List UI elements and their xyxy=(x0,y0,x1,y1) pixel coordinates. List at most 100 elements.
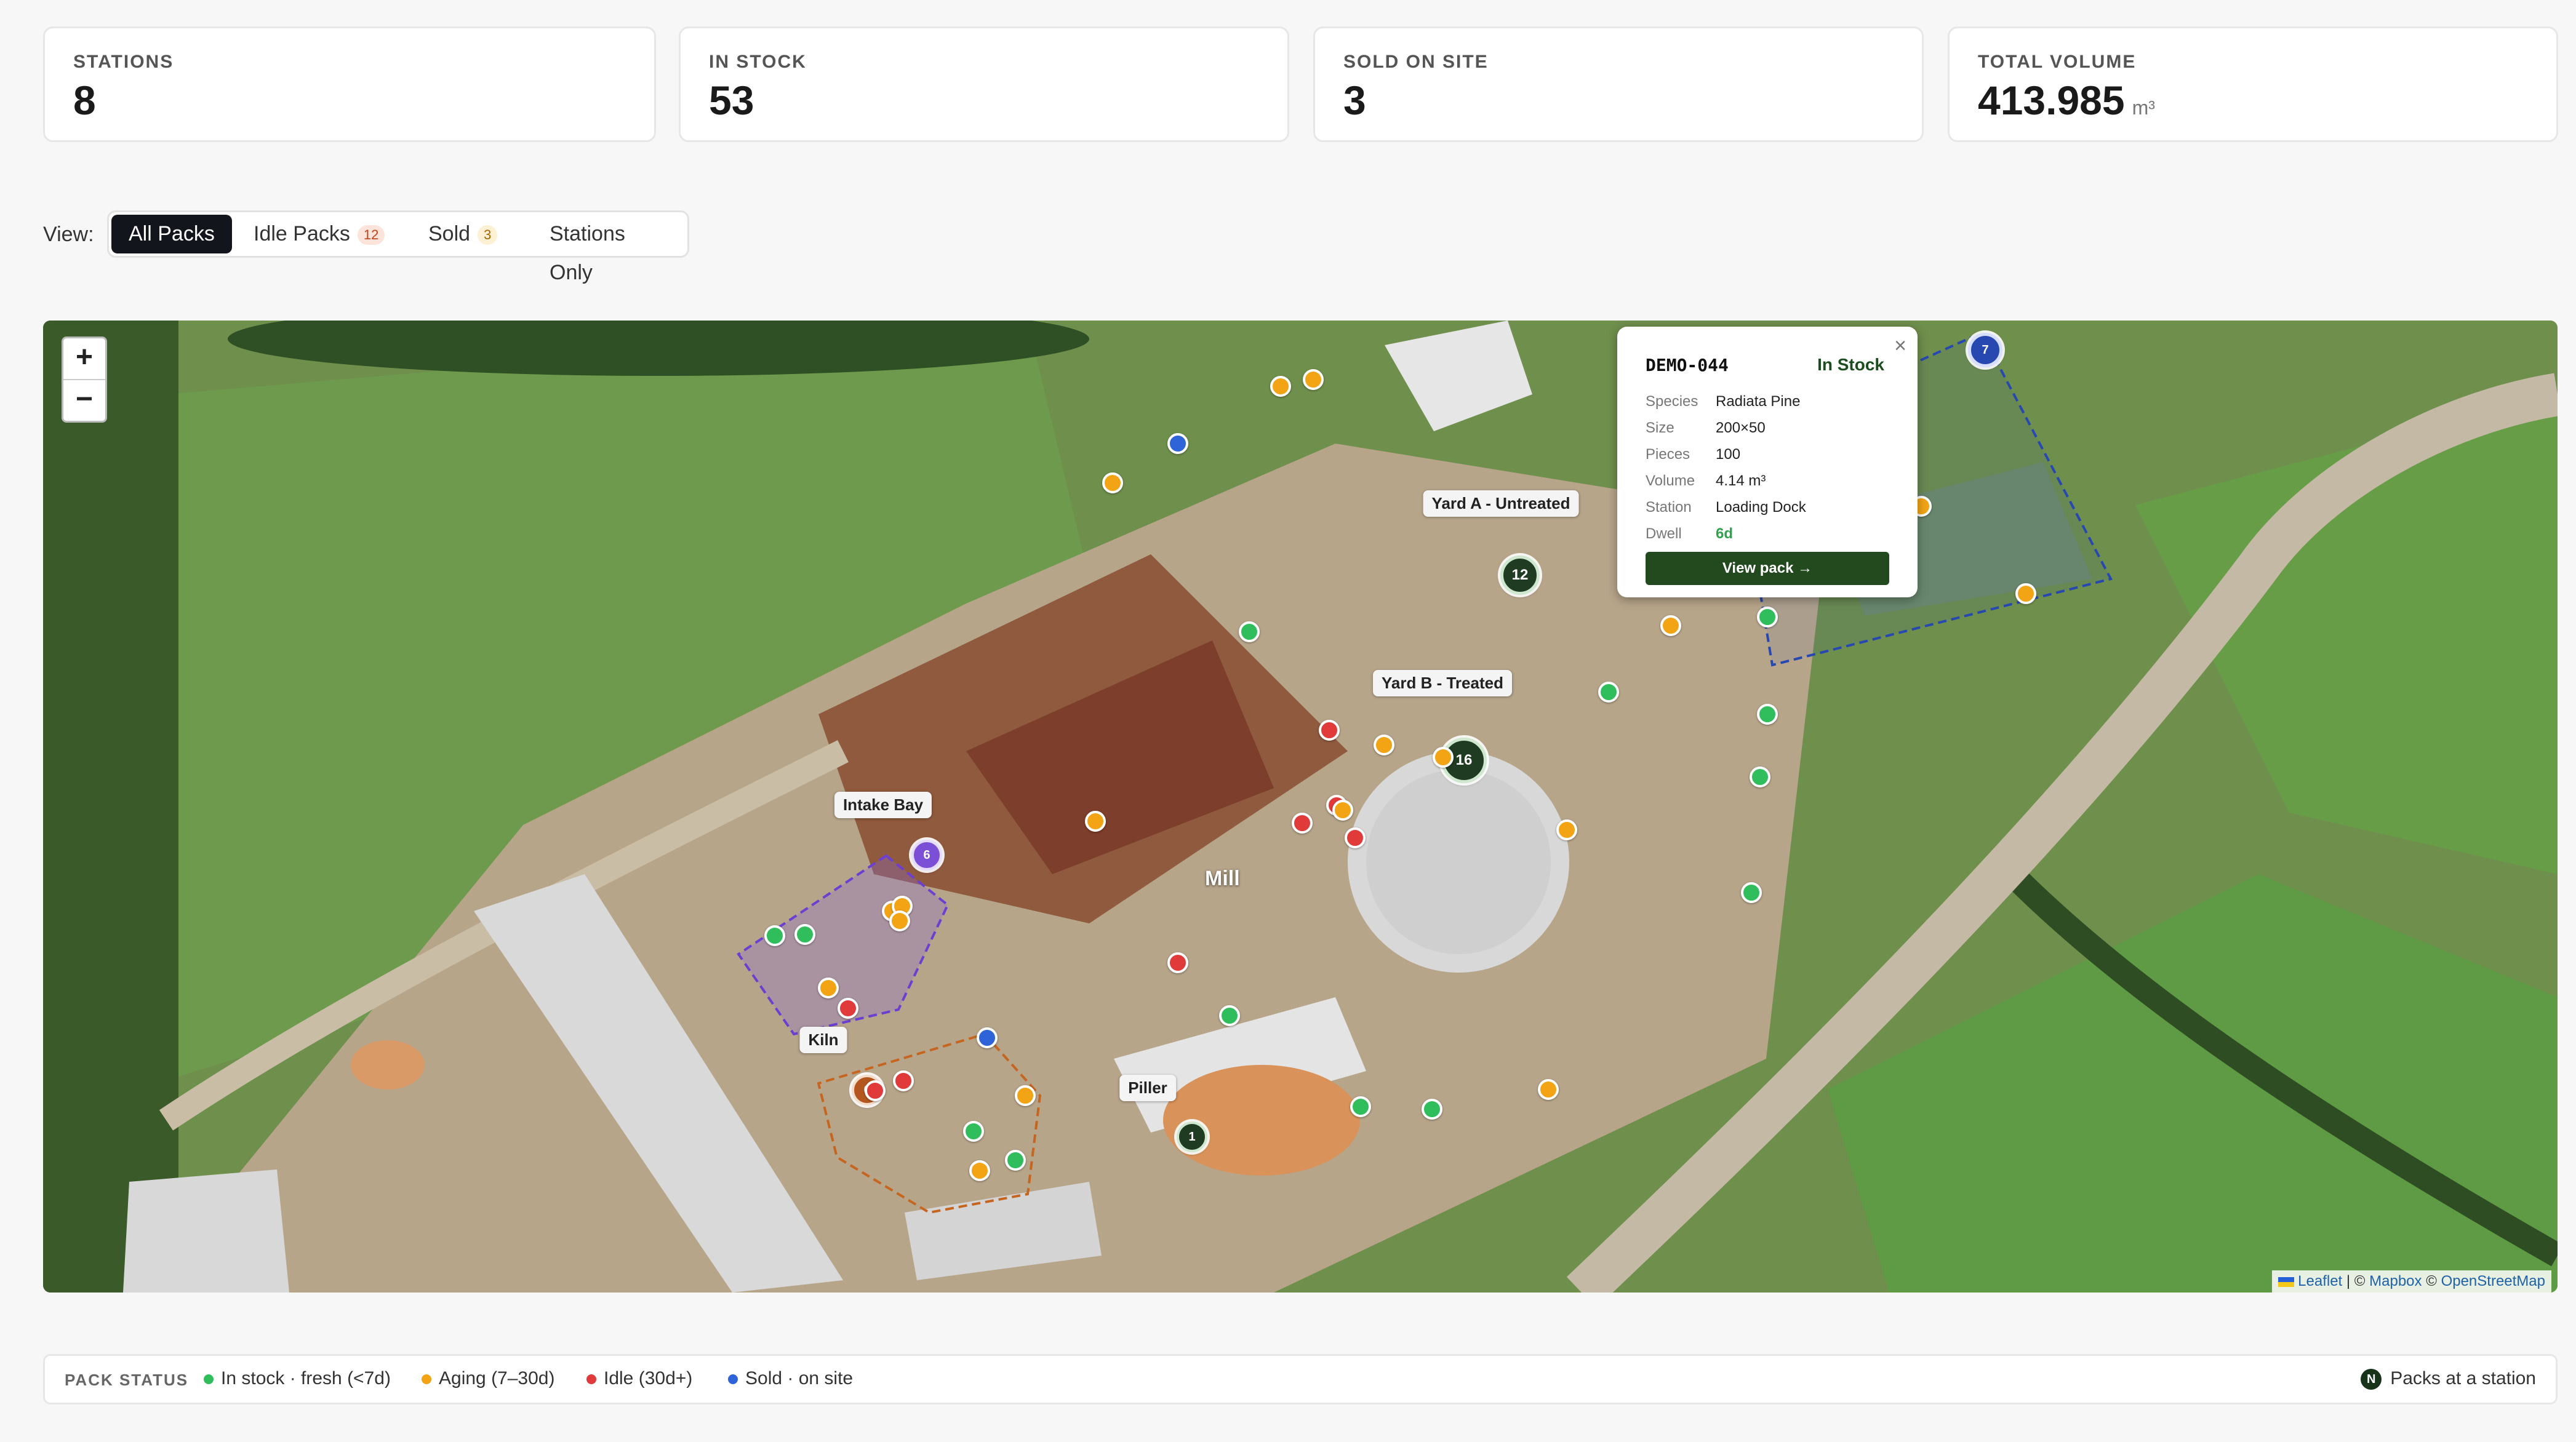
view-label: View: xyxy=(43,223,94,246)
station-label-piller: Piller xyxy=(1119,1075,1176,1101)
legend-item-station: N Packs at a station xyxy=(2361,1368,2536,1390)
map-attribution: Leaflet | © Mapbox © OpenStreetMap xyxy=(2272,1270,2551,1293)
legend-item-idle: Idle (30d+) xyxy=(586,1368,692,1389)
pack-marker[interactable] xyxy=(865,1080,886,1101)
pack-field-row: Size 200×50 xyxy=(1646,419,1766,436)
pack-marker[interactable] xyxy=(1757,607,1778,627)
pack-field-row: Station Loading Dock xyxy=(1646,498,1806,516)
pack-status-legend: PACK STATUS In stock · fresh (<7d) Aging… xyxy=(43,1354,2558,1404)
zoom-in-button[interactable]: + xyxy=(63,338,105,379)
pack-marker[interactable] xyxy=(1750,767,1770,787)
pack-marker[interactable] xyxy=(889,910,910,931)
pack-marker[interactable] xyxy=(1239,621,1260,642)
orange-dot-icon xyxy=(422,1374,431,1385)
pack-marker[interactable] xyxy=(1556,819,1577,840)
pack-marker[interactable] xyxy=(818,978,839,998)
stat-card-in-stock: IN STOCK 53 xyxy=(679,26,1289,142)
stat-value: 413.985 m³ xyxy=(1978,78,2155,123)
pack-marker[interactable] xyxy=(1345,827,1366,848)
stat-label: STATIONS xyxy=(73,52,174,72)
pack-marker[interactable] xyxy=(893,1070,914,1091)
stat-unit: m³ xyxy=(2132,97,2155,119)
pack-marker[interactable] xyxy=(794,924,815,945)
ukraine-flag-icon xyxy=(2278,1277,2295,1287)
pack-status: In Stock xyxy=(1817,355,1884,374)
mapbox-link[interactable]: Mapbox xyxy=(2369,1273,2422,1289)
stat-label: SOLD ON SITE xyxy=(1343,52,1489,72)
blue-dot-icon xyxy=(728,1374,738,1385)
view-option-stations-only[interactable]: Stations Only xyxy=(532,215,687,284)
popup-close-icon[interactable]: × xyxy=(1894,334,1906,358)
pack-marker[interactable] xyxy=(1303,369,1324,390)
view-pack-button[interactable]: View pack → xyxy=(1646,552,1889,585)
pack-marker[interactable] xyxy=(1167,433,1188,454)
pack-marker[interactable] xyxy=(1005,1150,1026,1171)
zoom-control: + − xyxy=(62,337,107,423)
pack-field-row: Pieces 100 xyxy=(1646,445,1741,463)
station-label-intake-bay: Intake Bay xyxy=(834,792,932,818)
stat-card-total-volume: TOTAL VOLUME 413.985 m³ xyxy=(1948,26,2558,142)
view-segmented-control: All Packs Idle Packs 12 Sold 3 Stations On… xyxy=(107,210,689,284)
pack-marker[interactable] xyxy=(838,998,858,1019)
pack-marker[interactable] xyxy=(1538,1079,1559,1100)
stat-value: 8 xyxy=(73,78,96,123)
pack-marker[interactable] xyxy=(1292,813,1313,834)
pack-id: DEMO-044 xyxy=(1646,355,1729,375)
stat-label: TOTAL VOLUME xyxy=(1978,52,2137,72)
legend-item-sold: Sold · on site xyxy=(728,1368,853,1389)
red-dot-icon xyxy=(586,1374,596,1385)
pack-marker[interactable] xyxy=(1332,800,1353,821)
pack-marker[interactable] xyxy=(2015,583,2036,604)
pack-popup: × DEMO-044 In Stock Species Radiata Pine … xyxy=(1617,327,1918,597)
pack-marker[interactable] xyxy=(1350,1096,1371,1117)
station-marker-loading-dock[interactable]: 7 xyxy=(1968,333,2002,367)
pack-marker[interactable] xyxy=(969,1160,990,1181)
sold-count-badge: 3 xyxy=(478,225,498,245)
pack-marker[interactable] xyxy=(1015,1085,1036,1106)
stat-card-sold-on-site: SOLD ON SITE 3 xyxy=(1313,26,1924,142)
site-map[interactable]: + − Mill Yard A - Untreated Yard B - Tre… xyxy=(43,321,2558,1293)
zoom-out-button[interactable]: − xyxy=(63,379,105,421)
pack-marker[interactable] xyxy=(963,1121,984,1142)
pack-field-row: Dwell 6d xyxy=(1646,525,1734,542)
pack-marker[interactable] xyxy=(977,1027,998,1048)
legend-item-aging: Aging (7–30d) xyxy=(422,1368,554,1389)
pack-details-table: Species Radiata Pine Size 200×50 Pieces 100… xyxy=(1646,388,1806,547)
green-dot-icon xyxy=(204,1374,214,1385)
station-marker-intake-bay[interactable]: 6 xyxy=(911,840,942,870)
pack-marker[interactable] xyxy=(1660,615,1681,636)
leaflet-link[interactable]: Leaflet xyxy=(2298,1273,2342,1289)
pack-marker[interactable] xyxy=(1319,720,1340,741)
pack-field-row: Volume 4.14 m³ xyxy=(1646,472,1766,489)
station-marker-yard-a[interactable]: 12 xyxy=(1500,556,1540,595)
pack-marker[interactable] xyxy=(1085,811,1106,832)
view-option-all-packs[interactable]: All Packs xyxy=(111,215,232,253)
pack-marker[interactable] xyxy=(1433,747,1454,768)
station-label-kiln: Kiln xyxy=(799,1027,847,1053)
pack-marker[interactable] xyxy=(1374,735,1394,755)
view-option-sold[interactable]: Sold 3 xyxy=(411,215,514,253)
station-label-yard-b: Yard B - Treated xyxy=(1373,670,1512,696)
stat-value: 3 xyxy=(1343,78,1366,123)
pack-marker[interactable] xyxy=(1741,882,1762,903)
pack-marker[interactable] xyxy=(1102,472,1123,493)
view-option-idle-packs[interactable]: Idle Packs 12 xyxy=(236,215,402,253)
pack-marker[interactable] xyxy=(1219,1005,1240,1026)
pack-field-row: Species Radiata Pine xyxy=(1646,392,1801,410)
pack-marker[interactable] xyxy=(1757,704,1778,725)
legend-title: PACK STATUS xyxy=(65,1371,189,1389)
stat-value: 53 xyxy=(709,78,754,123)
station-label-yard-a: Yard A - Untreated xyxy=(1423,490,1579,517)
station-badge-icon: N xyxy=(2361,1369,2382,1390)
satellite-imagery xyxy=(43,321,2558,1293)
pack-marker[interactable] xyxy=(1270,376,1291,397)
map-place-label: Mill xyxy=(1205,867,1240,890)
pack-marker[interactable] xyxy=(764,925,785,946)
pack-marker[interactable] xyxy=(1598,682,1619,703)
openstreetmap-link[interactable]: OpenStreetMap xyxy=(2441,1273,2545,1289)
idle-count-badge: 12 xyxy=(357,225,385,245)
pack-marker[interactable] xyxy=(1167,952,1188,973)
pack-marker[interactable] xyxy=(1422,1099,1442,1120)
station-marker-piller[interactable]: 1 xyxy=(1177,1121,1207,1152)
stat-label: IN STOCK xyxy=(709,52,807,72)
